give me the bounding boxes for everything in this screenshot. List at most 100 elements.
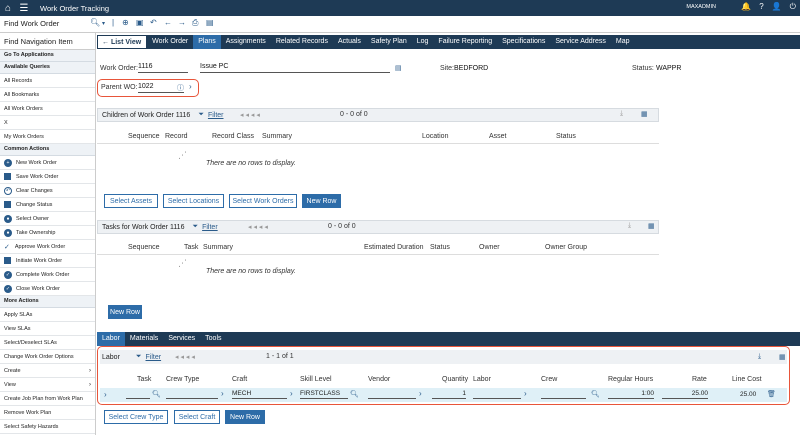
labor-crew-type-field[interactable] [166, 390, 218, 399]
long-description-icon[interactable]: ▤ [395, 64, 402, 72]
tab-materials[interactable]: Materials [125, 332, 163, 346]
table-settings-icon[interactable]: ▦ [641, 110, 648, 118]
sidebar-more-view[interactable]: View › [0, 378, 95, 392]
tab-service-address[interactable]: Service Address [550, 35, 611, 49]
tab-map[interactable]: Map [611, 35, 635, 49]
sidebar-query-all-bookmarks[interactable]: All Bookmarks [0, 88, 95, 102]
chevron-right-icon[interactable]: › [524, 389, 527, 398]
sidebar-action-complete-work-order[interactable]: ✓ Complete Work Order [0, 268, 95, 282]
labor-vendor-field[interactable] [368, 390, 416, 399]
select-locations-button[interactable]: Select Locations [163, 194, 224, 208]
sidebar-query-x[interactable]: X [0, 116, 95, 130]
chevron-right-icon[interactable]: › [189, 82, 192, 91]
notifications-icon[interactable]: 🔔 [741, 2, 751, 12]
tab-work-order[interactable]: Work Order [147, 35, 193, 49]
sidebar-more-create[interactable]: Create › [0, 364, 95, 378]
sidebar-action-initiate-work-order[interactable]: Initiate Work Order [0, 254, 95, 268]
save-icon[interactable]: ▣ [136, 18, 144, 27]
labor-crew-field[interactable] [541, 390, 586, 399]
home-icon[interactable]: ⌂ [0, 0, 16, 16]
sidebar-action-close-work-order[interactable]: ✓ Close Work Order [0, 282, 95, 296]
sidebar-action-select-owner[interactable]: ● Select Owner [0, 212, 95, 226]
sidebar-more-remove-work-plan[interactable]: Remove Work Plan [0, 406, 95, 420]
sidebar-more-change-options[interactable]: Change Work Order Options [0, 350, 95, 364]
sidebar-action-save-work-order[interactable]: Save Work Order [0, 170, 95, 184]
print-icon[interactable]: ⎙ [192, 18, 198, 28]
tab-tools[interactable]: Tools [200, 332, 226, 346]
chevron-down-icon[interactable]: ▾ [102, 20, 105, 27]
table-settings-icon[interactable]: ▦ [648, 222, 655, 230]
sidebar-action-change-status[interactable]: Change Status [0, 198, 95, 212]
select-crew-type-button[interactable]: Select Crew Type [104, 410, 168, 424]
tab-services[interactable]: Services [163, 332, 200, 346]
filter-icon[interactable]: ⏷ [192, 223, 198, 231]
chevron-right-icon[interactable]: › [290, 389, 293, 398]
labor-rate-field[interactable]: 25.00 [662, 390, 708, 399]
labor-labor-field[interactable] [473, 390, 521, 399]
labor-filter-link[interactable]: Filter [146, 354, 162, 361]
expand-row-icon[interactable]: › [104, 390, 107, 399]
labor-skill-level-field[interactable]: FIRSTCLASS [300, 390, 348, 399]
find-navigation-item[interactable]: Find Navigation Item [0, 33, 95, 50]
tasks-new-row-button[interactable]: New Row [108, 305, 142, 319]
work-order-description-field[interactable]: Issue PC [200, 63, 390, 73]
tab-plans[interactable]: Plans [193, 35, 221, 49]
next-icon[interactable]: → [178, 18, 186, 27]
filter-icon[interactable]: ⏷ [198, 111, 204, 119]
download-icon[interactable]: ⤓ [620, 110, 623, 118]
help-icon[interactable]: ? [759, 2, 763, 12]
previous-icon[interactable]: ← [164, 18, 172, 27]
sidebar-more-view-slas[interactable]: View SLAs [0, 322, 95, 336]
labor-new-row-button[interactable]: New Row [225, 410, 265, 424]
signout-icon[interactable]: ⏻ [790, 2, 796, 12]
sidebar-query-all-records[interactable]: All Records [0, 74, 95, 88]
sidebar-action-clear-changes[interactable]: ↶ Clear Changes [0, 184, 95, 198]
bulletin-icon[interactable]: ▤ [206, 18, 214, 27]
tab-actuals[interactable]: Actuals [333, 35, 366, 49]
table-settings-icon[interactable]: ▦ [779, 353, 786, 361]
undo-icon[interactable]: ↶ [150, 18, 157, 27]
tab-specifications[interactable]: Specifications [497, 35, 550, 49]
info-icon[interactable]: ⓘ [177, 83, 184, 93]
labor-quantity-field[interactable]: 1 [432, 390, 466, 399]
tab-list-view[interactable]: ← List View [97, 35, 148, 49]
sidebar-action-new-work-order[interactable]: + New Work Order [0, 156, 95, 170]
tab-failure-reporting[interactable]: Failure Reporting [433, 35, 497, 49]
sidebar-more-select-safety-hazards[interactable]: Select Safety Hazards [0, 420, 95, 434]
search-icon[interactable]: 🔍︎ [350, 390, 359, 398]
children-new-row-button[interactable]: New Row [302, 194, 341, 208]
delete-icon[interactable]: 🗑︎ [767, 390, 776, 398]
sidebar-action-approve-work-order[interactable]: ✓ Approve Work Order [0, 240, 95, 254]
download-icon[interactable]: ⤓ [628, 222, 631, 230]
tab-labor[interactable]: Labor [97, 332, 125, 346]
find-work-order-input[interactable]: Find Work Order [2, 18, 84, 30]
search-icon[interactable]: 🔍︎ [152, 390, 161, 398]
labor-regular-hours-field[interactable]: 1:00 [608, 390, 654, 399]
tasks-filter-link[interactable]: Filter [202, 224, 218, 231]
select-assets-button[interactable]: Select Assets [104, 194, 158, 208]
tab-assignments[interactable]: Assignments [221, 35, 271, 49]
sidebar-more-select-deselect-slas[interactable]: Select/Deselect SLAs [0, 336, 95, 350]
download-icon[interactable]: ⤓ [758, 353, 761, 361]
select-work-orders-button[interactable]: Select Work Orders [229, 194, 297, 208]
sidebar-more-create-job-plan[interactable]: Create Job Plan from Work Plan [0, 392, 95, 406]
sidebar-query-my-work-orders[interactable]: My Work Orders [0, 130, 95, 144]
filter-icon[interactable]: ⏷ [136, 353, 142, 361]
user-icon[interactable]: 👤 [772, 2, 782, 12]
labor-task-field[interactable] [126, 390, 150, 399]
sidebar-action-take-ownership[interactable]: ● Take Ownership [0, 226, 95, 240]
select-craft-button[interactable]: Select Craft [174, 410, 220, 424]
hamburger-menu-icon[interactable]: ☰ [16, 0, 32, 16]
search-icon[interactable]: 🔍︎ [90, 18, 100, 27]
labor-craft-field[interactable]: MECH [232, 390, 287, 399]
chevron-right-icon[interactable]: › [221, 389, 224, 398]
tab-safety-plan[interactable]: Safety Plan [366, 35, 412, 49]
sidebar-query-all-work-orders[interactable]: All Work Orders [0, 102, 95, 116]
work-order-field[interactable]: 1116 [138, 63, 188, 73]
children-filter-link[interactable]: Filter [208, 112, 224, 119]
tab-related-records[interactable]: Related Records [271, 35, 333, 49]
new-icon[interactable]: ⊕ [122, 18, 129, 27]
tab-log[interactable]: Log [412, 35, 434, 49]
sidebar-more-apply-slas[interactable]: Apply SLAs [0, 308, 95, 322]
go-to-applications[interactable]: Go To Applications [0, 50, 95, 62]
